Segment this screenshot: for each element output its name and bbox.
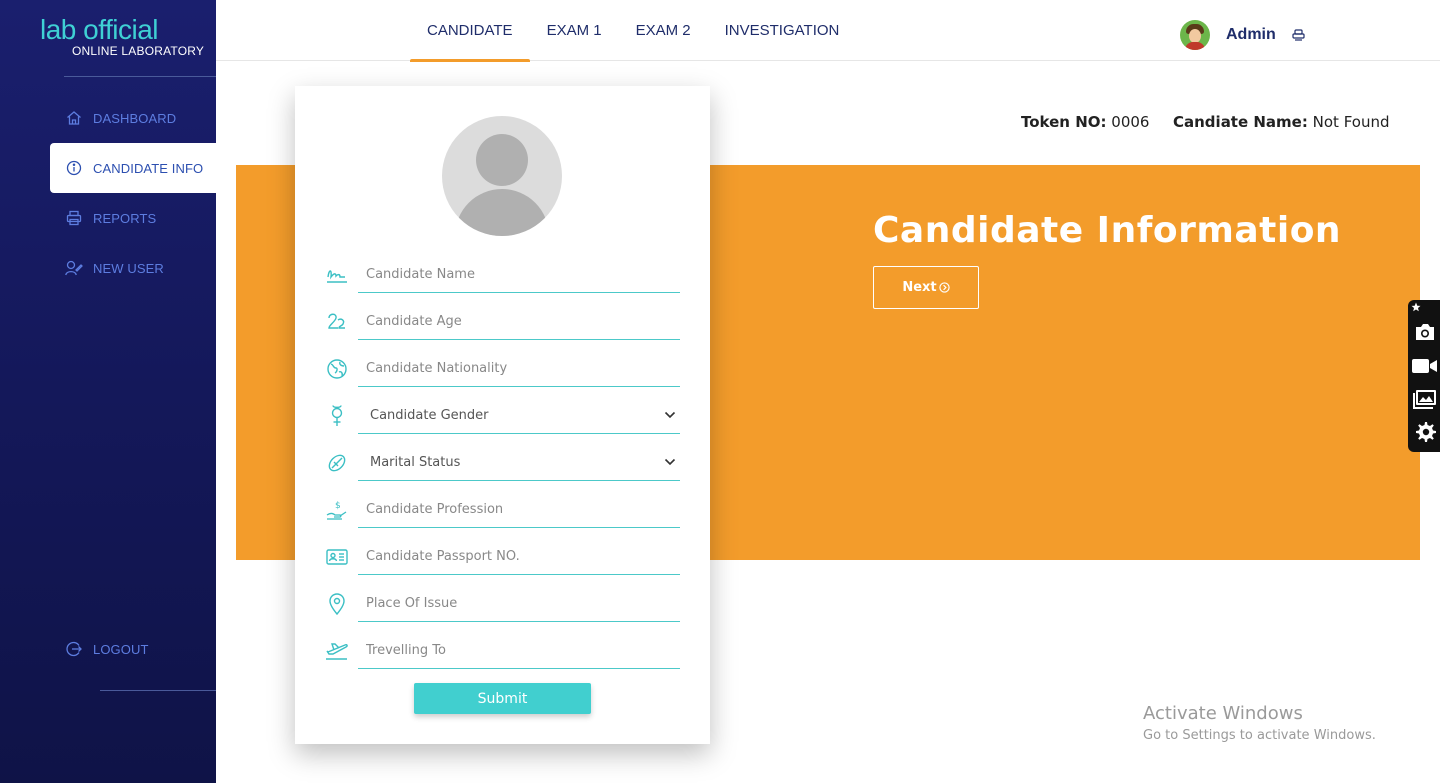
user-add-icon: [65, 259, 83, 277]
brand-subtitle: ONLINE LABORATORY: [72, 44, 205, 58]
sidebar-item-label: CANDIDATE INFO: [93, 160, 204, 176]
passport-number-field: [325, 539, 680, 575]
candidate-name-label: Candiate Name:: [1173, 113, 1308, 131]
logout-label: LOGOUT: [93, 641, 149, 657]
place-of-issue-field: [325, 586, 680, 622]
brand-name: lab official: [40, 14, 159, 45]
place-of-issue-input[interactable]: [358, 586, 680, 622]
travelling-to-field: [325, 633, 680, 669]
sidebar-item-reports[interactable]: REPORTS: [0, 193, 216, 243]
next-label: Next: [902, 280, 937, 295]
airplane-icon: [325, 639, 349, 663]
location-pin-icon: [325, 592, 349, 616]
tab-exam-1[interactable]: EXAM 1: [530, 0, 619, 61]
candidate-name-info: Candiate Name: Not Found: [1173, 113, 1390, 131]
home-icon: [65, 109, 83, 127]
tab-candidate[interactable]: CANDIDATE: [410, 0, 530, 62]
candidate-profession-field: $: [325, 492, 680, 528]
candidate-name-input[interactable]: [358, 257, 680, 293]
globe-icon: [325, 357, 349, 381]
logo: lab official ONLINE LABORATORY: [40, 14, 204, 58]
arrow-circle-right-icon: [938, 282, 950, 293]
chevron-down-icon: [664, 455, 676, 470]
avatar-placeholder-icon: [476, 134, 528, 186]
logo-divider: [64, 76, 216, 77]
pin-icon[interactable]: [1410, 300, 1422, 314]
passport-number-input[interactable]: [358, 539, 680, 575]
candidate-gender-select[interactable]: Candidate Gender: [358, 398, 680, 434]
candidate-gender-value: Candidate Gender: [370, 408, 489, 423]
travelling-to-input[interactable]: [358, 633, 680, 669]
activate-windows-subtitle: Go to Settings to activate Windows.: [1143, 728, 1376, 743]
bottom-divider: [100, 690, 216, 691]
printer-icon: [65, 209, 83, 227]
tab-exam-2[interactable]: EXAM 2: [619, 0, 708, 61]
sidebar-item-label: DASHBOARD: [93, 110, 177, 126]
user-menu-icon[interactable]: [1292, 28, 1306, 42]
candidate-nationality-field: [325, 351, 680, 387]
submit-button[interactable]: Submit: [414, 683, 591, 714]
candidate-form-card: Candidate Gender Marital Status $: [295, 86, 710, 744]
candidate-photo[interactable]: [442, 116, 562, 236]
logout-section: LOGOUT: [0, 624, 216, 674]
age-icon: [325, 310, 349, 334]
sidebar-item-label: NEW USER: [93, 260, 164, 276]
signature-icon: [325, 263, 349, 287]
logout-button[interactable]: LOGOUT: [0, 624, 216, 674]
activate-windows-title: Activate Windows: [1143, 703, 1303, 724]
candidate-age-input[interactable]: [358, 304, 680, 340]
candidate-profession-input[interactable]: [358, 492, 680, 528]
marital-status-select[interactable]: Marital Status: [358, 445, 680, 481]
chevron-down-icon: [664, 408, 676, 423]
sidebar: lab official ONLINE LABORATORY DASHBOARD…: [0, 0, 216, 783]
floating-toolbar: [1408, 300, 1440, 452]
sidebar-item-label: REPORTS: [93, 210, 157, 226]
settings-gear-icon[interactable]: [1412, 419, 1438, 445]
sidebar-nav: DASHBOARD CANDIDATE INFO REPORTS NEW USE…: [0, 93, 216, 293]
username[interactable]: Admin: [1226, 26, 1276, 44]
candidate-name-field: [325, 257, 680, 293]
candidate-age-field: [325, 304, 680, 340]
id-card-icon: [325, 545, 349, 569]
gallery-icon[interactable]: [1412, 386, 1438, 412]
tab-investigation[interactable]: INVESTIGATION: [708, 0, 857, 61]
svg-text:$: $: [335, 501, 341, 511]
candidate-name-value: Not Found: [1312, 113, 1390, 131]
sidebar-item-candidate-info[interactable]: CANDIDATE INFO: [50, 143, 216, 193]
logout-icon: [65, 640, 83, 658]
next-button[interactable]: Next: [873, 266, 979, 309]
page-title: Candidate Information: [873, 210, 1342, 251]
token-value: 0006: [1111, 113, 1150, 131]
marital-status-field: Marital Status: [325, 445, 680, 481]
sidebar-item-new-user[interactable]: NEW USER: [0, 243, 216, 293]
user-menu[interactable]: Admin: [1180, 20, 1306, 50]
candidate-nationality-input[interactable]: [358, 351, 680, 387]
camera-icon[interactable]: [1412, 319, 1438, 345]
marital-status-value: Marital Status: [370, 455, 461, 470]
avatar[interactable]: [1180, 20, 1210, 50]
ring-icon: [325, 451, 349, 475]
video-camera-icon[interactable]: [1412, 353, 1438, 379]
top-navbar: CANDIDATE EXAM 1 EXAM 2 INVESTIGATION Ad…: [216, 0, 1440, 62]
token-label: Token NO:: [1021, 113, 1107, 131]
sidebar-item-dashboard[interactable]: DASHBOARD: [0, 93, 216, 143]
gender-icon: [325, 404, 349, 428]
tab-bar: CANDIDATE EXAM 1 EXAM 2 INVESTIGATION: [410, 0, 857, 62]
token-info: Token NO: 0006: [1021, 113, 1149, 131]
info-icon: [65, 159, 83, 177]
candidate-gender-field: Candidate Gender: [325, 398, 680, 434]
salary-icon: $: [325, 498, 349, 522]
